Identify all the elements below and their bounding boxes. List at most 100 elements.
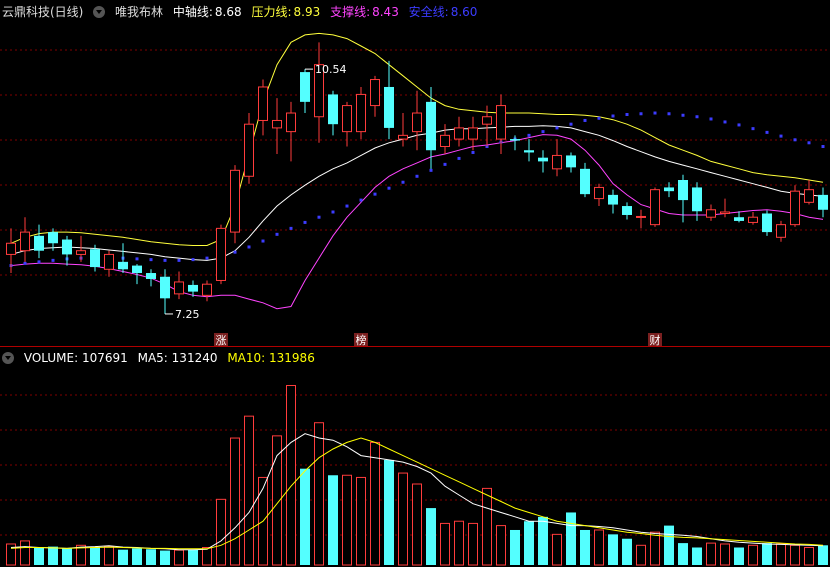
volume-bar xyxy=(160,550,170,565)
safe-line-dot xyxy=(779,134,783,138)
volume-bar xyxy=(230,437,240,566)
volume-panel[interactable] xyxy=(6,385,829,566)
volume-bar xyxy=(706,542,716,566)
candle xyxy=(538,150,548,173)
menu-icon[interactable] xyxy=(2,352,14,364)
candle xyxy=(510,135,520,151)
event-label: 涨 xyxy=(214,333,228,347)
indicator-name: 唯我布林 xyxy=(115,5,164,19)
safe-line-dot xyxy=(471,150,475,154)
ma5-label: MA5: 131240 xyxy=(137,351,218,365)
event-label-text: 榜 xyxy=(356,333,367,347)
candle xyxy=(734,211,744,223)
safe-line-dot xyxy=(611,114,615,118)
candle-body xyxy=(398,134,408,140)
event-label-text: 财 xyxy=(650,333,661,347)
safe-line-dot xyxy=(457,156,461,160)
volume-bar xyxy=(762,543,772,565)
safe-line-dot xyxy=(583,118,587,122)
candle xyxy=(160,269,170,314)
candle-body xyxy=(692,187,702,212)
volume-bar xyxy=(804,546,814,566)
volume-bar xyxy=(202,546,212,566)
candle xyxy=(62,235,72,266)
candle xyxy=(230,165,240,244)
safe-line-dot xyxy=(527,133,531,137)
event-label: 榜 xyxy=(354,333,368,347)
candle xyxy=(216,224,226,285)
candle-body xyxy=(34,235,44,251)
safe-line-label: 安全线: 8.60 xyxy=(408,5,478,19)
volume-bar xyxy=(776,543,786,566)
candle-body xyxy=(244,123,254,177)
volume-bar xyxy=(300,468,310,565)
candle-body xyxy=(734,217,744,221)
candle-body xyxy=(678,180,688,201)
candle-body xyxy=(790,190,800,226)
safe-line-dot xyxy=(737,123,741,127)
safe-line-dot xyxy=(135,257,139,261)
candle xyxy=(454,116,464,147)
kline-chart[interactable]: 10.54 7.25 涨 榜 财 xyxy=(0,0,830,567)
volume-bar xyxy=(328,475,338,565)
safe-line-dot xyxy=(373,192,377,196)
candle-body xyxy=(720,211,730,214)
candle-body xyxy=(496,105,506,140)
safe-line-dot xyxy=(289,226,293,230)
volume-bar xyxy=(440,522,450,566)
candle xyxy=(300,69,310,114)
volume-bar xyxy=(664,525,674,565)
candle-body xyxy=(286,112,296,133)
safe-line-dot xyxy=(331,210,335,214)
safe-line-dot xyxy=(233,250,237,254)
candle-body xyxy=(202,283,212,296)
safe-line-dot xyxy=(821,145,825,149)
candle-body xyxy=(272,119,282,129)
safe-line-dot xyxy=(625,113,629,117)
candle xyxy=(608,189,618,214)
safe-line-dot xyxy=(247,245,251,249)
price-panel[interactable]: 10.54 7.25 涨 榜 财 xyxy=(6,32,829,347)
safe-line-dot xyxy=(807,141,811,145)
safe-line-dot xyxy=(149,258,153,262)
candle-body xyxy=(454,127,464,140)
safe-line-dot xyxy=(765,130,769,134)
price-annotation: 10.54 xyxy=(315,63,347,76)
candle xyxy=(566,152,576,173)
candle-body xyxy=(622,206,632,215)
safe-line-dot xyxy=(23,261,27,265)
safe-line-dot xyxy=(205,256,209,260)
candle-body xyxy=(636,215,646,218)
candle xyxy=(706,204,716,221)
volume-bar xyxy=(146,549,156,565)
candle-body xyxy=(818,194,828,210)
safe-line-dot xyxy=(401,180,405,184)
candle-body xyxy=(580,168,590,195)
candle xyxy=(720,198,730,218)
candle-body xyxy=(62,239,72,255)
safe-line-dot xyxy=(429,168,433,172)
candle-body xyxy=(20,231,30,252)
event-label: 财 xyxy=(648,333,662,347)
candle xyxy=(818,187,828,218)
menu-icon[interactable] xyxy=(93,6,106,18)
volume-bar xyxy=(370,441,380,566)
safe-line-dot xyxy=(695,115,699,119)
candle xyxy=(6,228,16,274)
candle xyxy=(76,235,86,262)
support-line xyxy=(10,134,824,310)
support-line-label: 支撑线: 8.43 xyxy=(330,5,399,19)
volume-bar xyxy=(48,546,58,565)
safe-line-dot xyxy=(317,215,321,219)
candle xyxy=(174,271,184,300)
candle-body xyxy=(762,213,772,233)
candle-body xyxy=(776,224,786,238)
ma10-label: MA10: 131986 xyxy=(227,351,315,365)
price-annotation: 7.25 xyxy=(175,308,200,321)
candle xyxy=(440,124,450,154)
candle xyxy=(412,90,422,151)
volume-bar xyxy=(594,529,604,566)
safe-line-dot xyxy=(681,113,685,117)
candle xyxy=(664,182,674,198)
volume-bar xyxy=(468,522,478,566)
